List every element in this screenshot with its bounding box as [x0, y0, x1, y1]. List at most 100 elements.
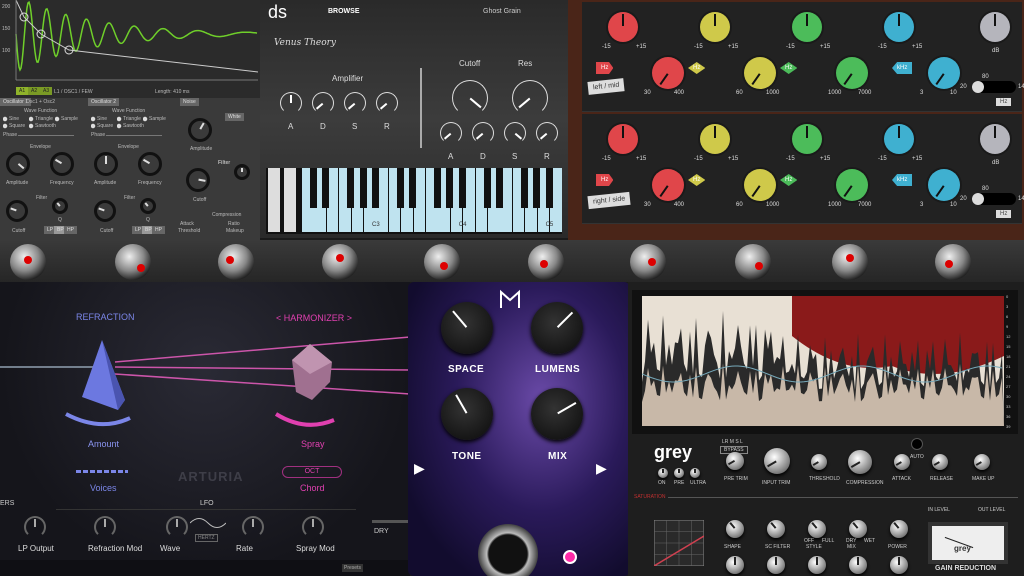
black-key[interactable] — [434, 168, 441, 208]
strip-knob[interactable] — [935, 244, 971, 280]
strip-knob[interactable] — [735, 244, 771, 280]
strip-knob[interactable] — [322, 244, 358, 280]
radio-sine[interactable]: Sine — [3, 116, 20, 122]
radio-sine[interactable]: Sine — [91, 116, 108, 122]
release-knob[interactable] — [932, 454, 948, 470]
noise-type-button[interactable]: White — [225, 113, 244, 121]
voices-slider[interactable] — [76, 470, 128, 473]
mix-knob[interactable] — [531, 388, 583, 440]
phase-slider[interactable] — [106, 135, 162, 136]
black-key[interactable] — [359, 168, 367, 208]
gain-knob-band-3[interactable] — [792, 12, 822, 42]
mode-button-2[interactable]: A2 — [28, 87, 41, 95]
mode-selector[interactable]: LR M S L — [722, 439, 743, 445]
mode-button-3[interactable]: A3 — [40, 87, 53, 95]
switch-on[interactable] — [658, 468, 668, 478]
switch-pre[interactable] — [674, 468, 684, 478]
hp-toggle-thumb[interactable] — [972, 81, 984, 93]
filter-hp-button[interactable]: HP — [152, 226, 165, 234]
attack-knob[interactable] — [894, 454, 910, 470]
spray-mod-knob[interactable] — [302, 516, 324, 538]
res-knob[interactable] — [512, 80, 548, 116]
pitch-wheel[interactable] — [268, 168, 280, 232]
radio-square[interactable]: Square — [91, 123, 114, 129]
freq-knob-band-2[interactable] — [744, 169, 776, 201]
strip-knob[interactable] — [115, 244, 151, 280]
black-key[interactable] — [458, 168, 466, 208]
radio-sawtooth[interactable]: Sawtooth — [117, 123, 144, 129]
prev-arrow-icon[interactable]: ▶ — [414, 460, 425, 477]
radio-triangle[interactable]: Triangle — [117, 116, 141, 122]
harmonizer-selector[interactable]: < HARMONIZER > — [276, 313, 352, 323]
cutoff-knob[interactable] — [6, 200, 28, 222]
rate-knob[interactable] — [242, 516, 264, 538]
freq-knob-band-2[interactable] — [744, 57, 776, 89]
black-key[interactable] — [446, 168, 454, 208]
noise-q-knob[interactable] — [234, 164, 250, 180]
gain-knob-band-3[interactable] — [792, 124, 822, 154]
freq-knob-band-4[interactable] — [928, 169, 960, 201]
row3-knob[interactable] — [849, 556, 867, 574]
amplitude-knob[interactable] — [94, 152, 118, 176]
tab-noise[interactable]: Noise — [180, 98, 199, 106]
band-type-button-2[interactable]: Hz — [688, 62, 706, 74]
power-knob[interactable] — [890, 520, 908, 538]
input-trim-knob[interactable] — [764, 448, 790, 474]
phase-slider[interactable] — [18, 135, 74, 136]
hp-toggle-thumb[interactable] — [972, 193, 984, 205]
presets-button[interactable]: Presets — [342, 564, 363, 572]
auto-button[interactable] — [911, 438, 923, 450]
freq-knob-band-1[interactable] — [652, 57, 684, 89]
gain-knob-band-2[interactable] — [700, 124, 730, 154]
freq-knob-band-3[interactable] — [836, 57, 868, 89]
frequency-knob[interactable] — [138, 152, 162, 176]
band-type-button-3[interactable]: Hz — [780, 174, 798, 186]
black-key[interactable] — [496, 168, 503, 208]
filter-d-knob[interactable] — [472, 122, 494, 144]
gain-knob-band-4[interactable] — [884, 12, 914, 42]
compression-knob[interactable] — [848, 450, 872, 474]
threshold-knob[interactable] — [811, 454, 827, 470]
tone-knob[interactable] — [441, 388, 493, 440]
filter-r-knob[interactable] — [536, 122, 558, 144]
radio-sawtooth[interactable]: Sawtooth — [29, 123, 56, 129]
gain-knob-band-1[interactable] — [608, 124, 638, 154]
strip-knob[interactable] — [832, 244, 868, 280]
black-key[interactable] — [483, 168, 491, 208]
chord-selector[interactable]: OCT — [282, 466, 342, 478]
row3-knob[interactable] — [767, 556, 785, 574]
filter-s-knob[interactable] — [504, 122, 526, 144]
strip-knob[interactable] — [528, 244, 564, 280]
gain-knob-band-1[interactable] — [608, 12, 638, 42]
strip-knob[interactable] — [10, 244, 46, 280]
noise-cutoff-knob[interactable] — [186, 168, 210, 192]
cutoff-knob[interactable] — [94, 200, 116, 222]
style-knob[interactable] — [808, 520, 826, 538]
mix-knob[interactable] — [849, 520, 867, 538]
gain-knob-band-2[interactable] — [700, 12, 730, 42]
black-key[interactable] — [520, 168, 528, 208]
black-key[interactable] — [545, 168, 553, 208]
black-key[interactable] — [347, 168, 355, 208]
band-type-button-3[interactable]: Hz — [780, 62, 798, 74]
row3-knob[interactable] — [808, 556, 826, 574]
band-type-button-2[interactable]: Hz — [688, 174, 706, 186]
make-up-knob[interactable] — [974, 454, 990, 470]
hertz-toggle[interactable]: HERTZ — [195, 534, 218, 542]
black-key[interactable] — [310, 168, 317, 208]
dry-wet-slider[interactable] — [372, 520, 410, 523]
radio-sample[interactable]: Sample — [143, 116, 166, 122]
filter-hp-button[interactable]: HP — [64, 226, 77, 234]
mode-button-1[interactable]: A1 — [16, 87, 29, 95]
cutoff-knob[interactable] — [452, 80, 488, 116]
radio-sample[interactable]: Sample — [55, 116, 78, 122]
refraction-mod-knob[interactable] — [94, 516, 116, 538]
black-key[interactable] — [372, 168, 379, 208]
strip-knob[interactable] — [424, 244, 460, 280]
band-type-button-4[interactable]: kHz — [892, 174, 913, 186]
browse-button[interactable]: BROWSE — [328, 8, 360, 15]
strip-knob[interactable] — [630, 244, 666, 280]
amp-r-knob[interactable] — [376, 92, 398, 114]
row3-knob[interactable] — [890, 556, 908, 574]
band-type-button-1[interactable]: Hz — [596, 174, 614, 186]
